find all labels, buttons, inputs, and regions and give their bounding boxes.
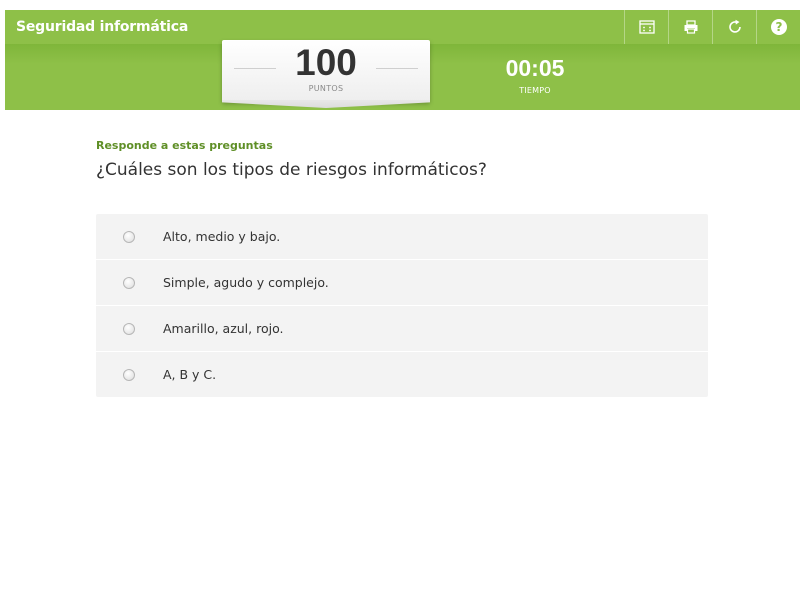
timer-label: TIEMPO bbox=[519, 86, 551, 95]
app-title: Seguridad informática bbox=[16, 19, 189, 35]
radio-button[interactable] bbox=[123, 276, 135, 289]
svg-text:?: ? bbox=[775, 20, 782, 34]
answer-list: Alto, medio y bajo. Simple, agudo y comp… bbox=[96, 214, 708, 397]
help-icon: ? bbox=[770, 18, 788, 36]
score-value: 100 bbox=[295, 42, 357, 83]
title-bar: Seguridad informática ? bbox=[5, 10, 800, 44]
answer-option[interactable]: Alto, medio y bajo. bbox=[96, 214, 708, 260]
instruction-text: Responde a estas preguntas bbox=[96, 139, 273, 152]
answer-option[interactable]: Amarillo, azul, rojo. bbox=[96, 306, 708, 352]
radio-button[interactable] bbox=[123, 368, 135, 381]
score-card: 100 PUNTOS bbox=[222, 40, 430, 102]
answer-label: Alto, medio y bajo. bbox=[163, 229, 281, 244]
radio-button[interactable] bbox=[123, 230, 135, 243]
print-icon bbox=[683, 20, 699, 34]
fullscreen-icon bbox=[638, 20, 655, 34]
help-button[interactable]: ? bbox=[756, 10, 800, 44]
timer: 00:05 TIEMPO bbox=[485, 54, 585, 95]
restart-button[interactable] bbox=[712, 10, 756, 44]
answer-option[interactable]: Simple, agudo y complejo. bbox=[96, 260, 708, 306]
print-button[interactable] bbox=[668, 10, 712, 44]
fullscreen-button[interactable] bbox=[624, 10, 668, 44]
restart-icon bbox=[727, 19, 743, 35]
radio-button[interactable] bbox=[123, 322, 135, 335]
answer-label: Amarillo, azul, rojo. bbox=[163, 321, 284, 336]
question-text: ¿Cuáles son los tipos de riesgos informá… bbox=[96, 160, 487, 180]
toolbar: ? bbox=[624, 10, 800, 44]
score-bar: 100 PUNTOS 00:05 TIEMPO bbox=[5, 40, 800, 110]
answer-option[interactable]: A, B y C. bbox=[96, 352, 708, 397]
timer-value: 00:05 bbox=[505, 55, 565, 81]
score-label: PUNTOS bbox=[308, 84, 344, 93]
answer-label: Simple, agudo y complejo. bbox=[163, 275, 329, 290]
answer-label: A, B y C. bbox=[163, 367, 217, 382]
